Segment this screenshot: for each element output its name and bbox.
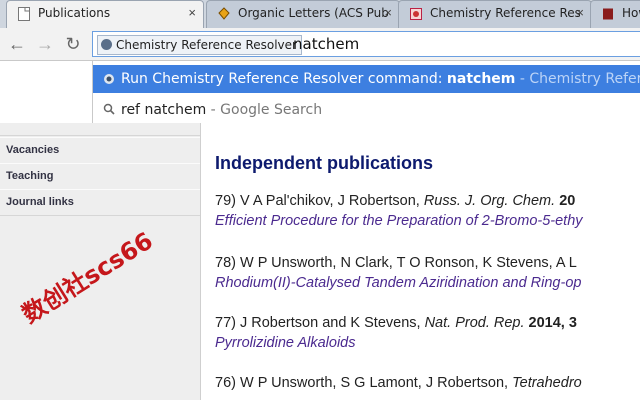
tab-how[interactable]: How — [590, 0, 640, 28]
page-icon — [18, 7, 30, 21]
pub-title-link[interactable]: Rhodium(II)-Catalysed Tandem Aziridinati… — [215, 275, 640, 291]
reload-button[interactable]: ↻ — [62, 33, 84, 55]
tab-title: Organic Letters (ACS Publ — [238, 6, 388, 20]
close-icon[interactable]: × — [384, 6, 392, 20]
tab-title: Publications — [38, 6, 111, 20]
pub-authors: 76) W P Unsworth, S G Lamont, J Robertso… — [215, 375, 513, 391]
pub-journal: Tetrahedro — [512, 375, 582, 391]
publication-item: 79) V A Pal'chikov, J Robertson, Russ. J… — [215, 193, 640, 229]
search-icon — [103, 103, 115, 115]
search-engine-icon — [104, 74, 114, 84]
tab-publications[interactable]: Publications × — [6, 0, 204, 28]
omnibox-text[interactable]: natchem — [293, 35, 359, 53]
forward-button[interactable]: → — [34, 33, 56, 55]
tab-title: How — [622, 6, 640, 20]
toolbar: ← → ↻ Chemistry Reference Resolver natch… — [0, 28, 640, 61]
suggestion-prefix: Run Chemistry Reference Resolver command… — [121, 71, 447, 87]
pub-year: 2014, 3 — [524, 315, 577, 331]
keyword-chip[interactable]: Chemistry Reference Resolver — [97, 35, 302, 55]
tab-chemistry-reference-resolver[interactable]: Chemistry Reference Resol × — [398, 0, 592, 28]
chemistry-icon — [410, 8, 422, 20]
tab-strip: Publications × Organic Letters (ACS Publ… — [0, 0, 640, 28]
main-content: Independent publications 79) V A Pal'chi… — [201, 123, 640, 400]
suggestion-bold: natchem — [446, 71, 516, 87]
sidebar-item-teaching[interactable]: Teaching — [0, 163, 200, 190]
close-icon[interactable]: × — [188, 6, 196, 20]
sidebar-item-journal-links[interactable]: Journal links — [0, 189, 200, 216]
pub-authors: 77) J Robertson and K Stevens, — [215, 315, 425, 331]
search-engine-icon — [101, 39, 112, 50]
close-icon[interactable]: × — [576, 6, 584, 20]
sidebar-item-vacancies[interactable]: Vacancies — [0, 137, 200, 164]
acs-icon — [218, 7, 230, 20]
suggestion-run-command[interactable]: Run Chemistry Reference Resolver command… — [93, 65, 640, 93]
publication-item: 78) W P Unsworth, N Clark, T O Ronson, K… — [215, 255, 640, 291]
pub-title-link[interactable]: Pyrrolizidine Alkaloids — [215, 335, 640, 351]
suggestion-prefix: ref natchem — [121, 102, 207, 118]
back-button[interactable]: ← — [6, 33, 28, 55]
book-icon — [603, 8, 613, 20]
omnibox[interactable]: Chemistry Reference Resolver natchem — [92, 31, 640, 57]
publication-item: 76) W P Unsworth, S G Lamont, J Robertso… — [215, 375, 640, 391]
suggestion-google-search[interactable]: ref natchem - Google Search — [93, 95, 640, 125]
publication-item: 77) J Robertson and K Stevens, Nat. Prod… — [215, 315, 640, 351]
tab-title: Chemistry Reference Resol — [430, 6, 580, 20]
suggestion-description: - Chemistry Refere — [515, 71, 640, 87]
tab-organic-letters[interactable]: Organic Letters (ACS Publ × — [206, 0, 400, 28]
pub-journal: Nat. Prod. Rep. — [424, 315, 525, 331]
pub-year: 20 — [555, 193, 576, 209]
pub-title-link[interactable]: Efficient Procedure for the Preparation … — [215, 213, 640, 229]
pub-journal: Russ. J. Org. Chem. — [423, 193, 556, 209]
pub-authors: 78) W P Unsworth, N Clark, T O Ronson, K… — [215, 255, 577, 271]
omnibox-dropdown: Run Chemistry Reference Resolver command… — [92, 61, 640, 123]
pub-authors: 79) V A Pal'chikov, J Robertson, — [215, 193, 424, 209]
suggestion-description: - Google Search — [206, 102, 323, 118]
sidebar-item-hidden[interactable] — [0, 123, 200, 136]
keyword-chip-label: Chemistry Reference Resolver — [116, 38, 297, 52]
page-heading: Independent publications — [215, 153, 434, 173]
